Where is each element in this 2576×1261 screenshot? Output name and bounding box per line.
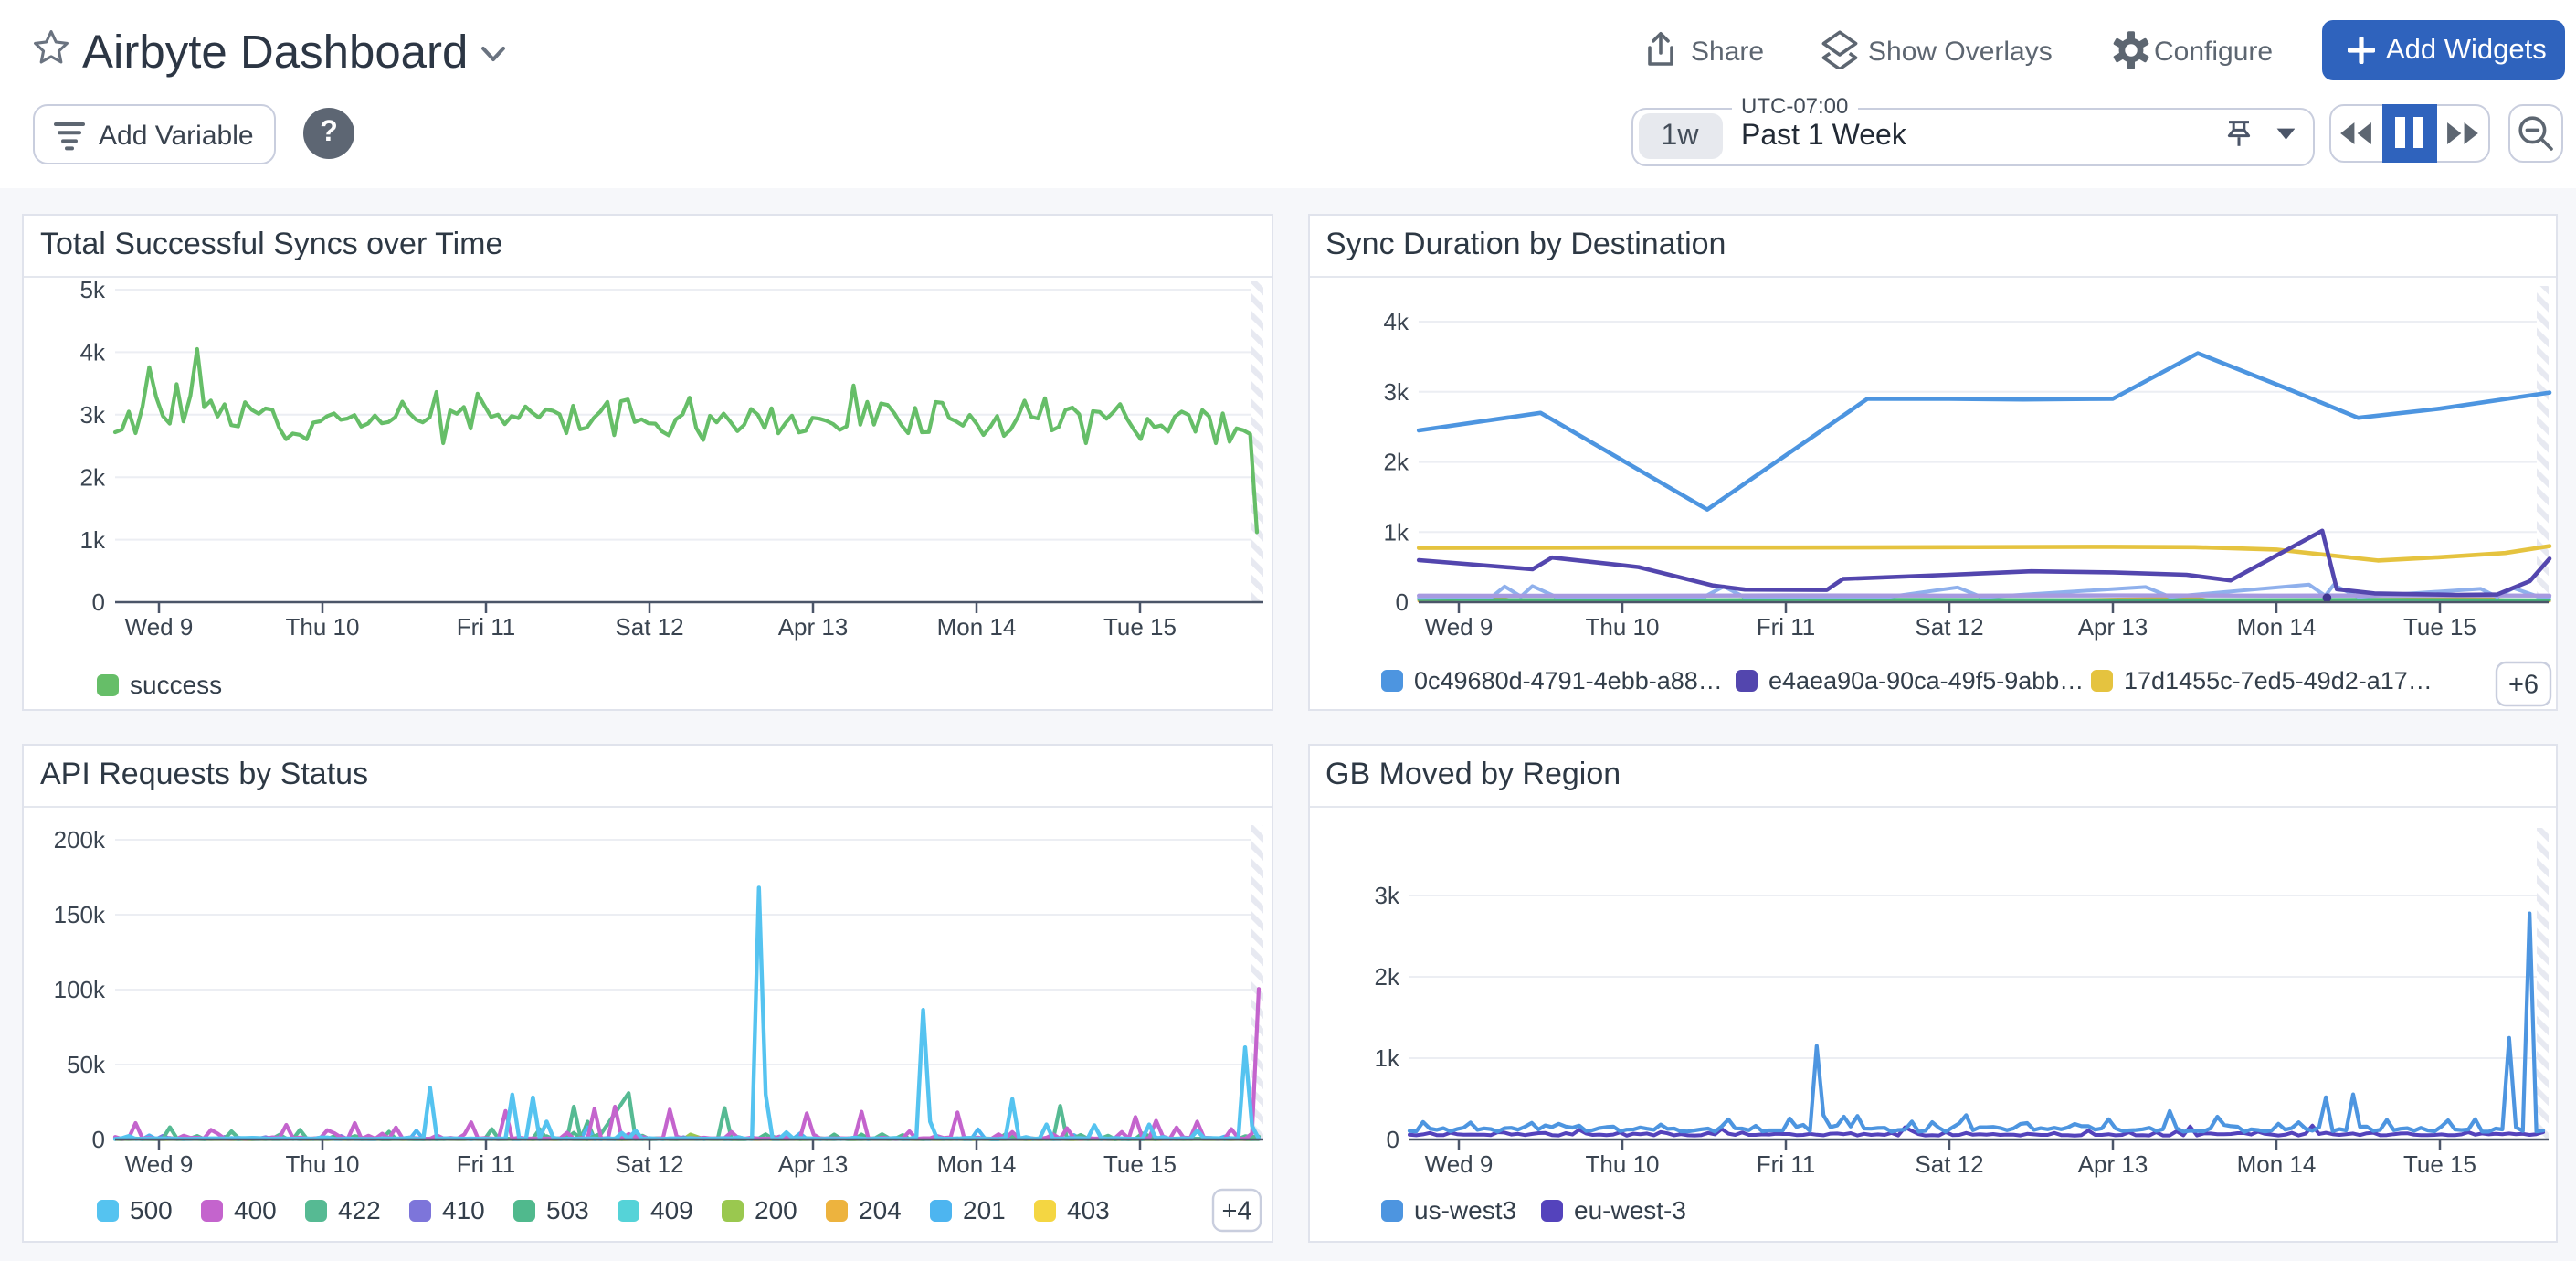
svg-text:Apr 13: Apr 13: [2077, 1150, 2148, 1177]
svg-text:5k: 5k: [80, 276, 106, 303]
svg-text:success: success: [130, 671, 222, 699]
svg-text:410: 410: [442, 1195, 485, 1224]
svg-text:Wed 9: Wed 9: [125, 1150, 194, 1177]
svg-text:Thu 10: Thu 10: [1585, 1150, 1659, 1177]
svg-text:4k: 4k: [80, 339, 106, 366]
svg-text:422: 422: [338, 1195, 381, 1224]
svg-text:+6: +6: [2507, 671, 2538, 700]
svg-text:0: 0: [1386, 1125, 1399, 1152]
svg-text:100k: 100k: [54, 975, 106, 1002]
svg-text:400: 400: [234, 1195, 277, 1224]
svg-text:1k: 1k: [1383, 518, 1409, 546]
svg-text:3k: 3k: [1383, 378, 1409, 406]
svg-text:150k: 150k: [54, 900, 106, 927]
svg-text:+4: +4: [1221, 1196, 1251, 1225]
svg-text:Tue 15: Tue 15: [1103, 613, 1177, 641]
svg-text:e4aea90a-90ca-49f5-9abb…: e4aea90a-90ca-49f5-9abb…: [1768, 667, 2083, 694]
svg-text:Wed 9: Wed 9: [125, 613, 194, 641]
svg-text:200k: 200k: [54, 825, 106, 853]
svg-text:0: 0: [92, 1125, 105, 1152]
svg-text:200: 200: [755, 1195, 797, 1224]
svg-text:201: 201: [963, 1195, 1006, 1224]
svg-text:0: 0: [1395, 588, 1408, 616]
svg-text:Sat 12: Sat 12: [615, 613, 683, 641]
svg-text:2k: 2k: [1383, 449, 1409, 476]
svg-text:Fri 11: Fri 11: [457, 613, 516, 641]
svg-text:Apr 13: Apr 13: [778, 613, 849, 641]
svg-text:4k: 4k: [1383, 308, 1409, 335]
svg-text:Sat 12: Sat 12: [1914, 1150, 1982, 1177]
svg-text:1k: 1k: [80, 526, 106, 554]
svg-text:0c49680d-4791-4ebb-a88…: 0c49680d-4791-4ebb-a88…: [1413, 667, 1722, 694]
svg-text:Fri 11: Fri 11: [457, 1150, 516, 1177]
svg-text:3k: 3k: [80, 401, 106, 429]
svg-text:Tue 15: Tue 15: [2402, 613, 2476, 641]
svg-text:2k: 2k: [1374, 962, 1399, 990]
svg-text:Sat 12: Sat 12: [615, 1150, 683, 1177]
svg-text:403: 403: [1067, 1195, 1110, 1224]
svg-text:Sat 12: Sat 12: [1914, 613, 1982, 641]
svg-text:Mon 14: Mon 14: [2236, 1150, 2316, 1177]
svg-text:Wed 9: Wed 9: [1424, 613, 1493, 641]
svg-text:Fri 11: Fri 11: [1756, 613, 1815, 641]
svg-text:Tue 15: Tue 15: [2402, 1150, 2476, 1177]
svg-text:503: 503: [546, 1195, 589, 1224]
svg-text:0: 0: [92, 588, 105, 616]
svg-text:Mon 14: Mon 14: [937, 1150, 1017, 1177]
svg-text:us-west3: us-west3: [1413, 1195, 1515, 1224]
svg-text:Mon 14: Mon 14: [937, 613, 1017, 641]
svg-text:204: 204: [859, 1195, 902, 1224]
svg-text:Tue 15: Tue 15: [1103, 1150, 1177, 1177]
svg-text:3k: 3k: [1374, 881, 1399, 908]
svg-text:eu-west-3: eu-west-3: [1573, 1195, 1685, 1224]
svg-text:Thu 10: Thu 10: [1585, 613, 1659, 641]
svg-text:1k: 1k: [1374, 1044, 1399, 1071]
svg-text:Apr 13: Apr 13: [2077, 613, 2148, 641]
svg-text:2k: 2k: [80, 463, 106, 491]
svg-text:Mon 14: Mon 14: [2236, 613, 2316, 641]
svg-text:Thu 10: Thu 10: [286, 613, 360, 641]
svg-text:Fri 11: Fri 11: [1756, 1150, 1815, 1177]
svg-text:409: 409: [650, 1195, 693, 1224]
svg-text:17d1455c-7ed5-49d2-a17…: 17d1455c-7ed5-49d2-a17…: [2123, 667, 2432, 694]
svg-text:Thu 10: Thu 10: [286, 1150, 360, 1177]
svg-text:50k: 50k: [67, 1050, 106, 1077]
svg-text:Apr 13: Apr 13: [778, 1150, 849, 1177]
svg-text:Wed 9: Wed 9: [1424, 1150, 1493, 1177]
svg-text:500: 500: [130, 1195, 173, 1224]
